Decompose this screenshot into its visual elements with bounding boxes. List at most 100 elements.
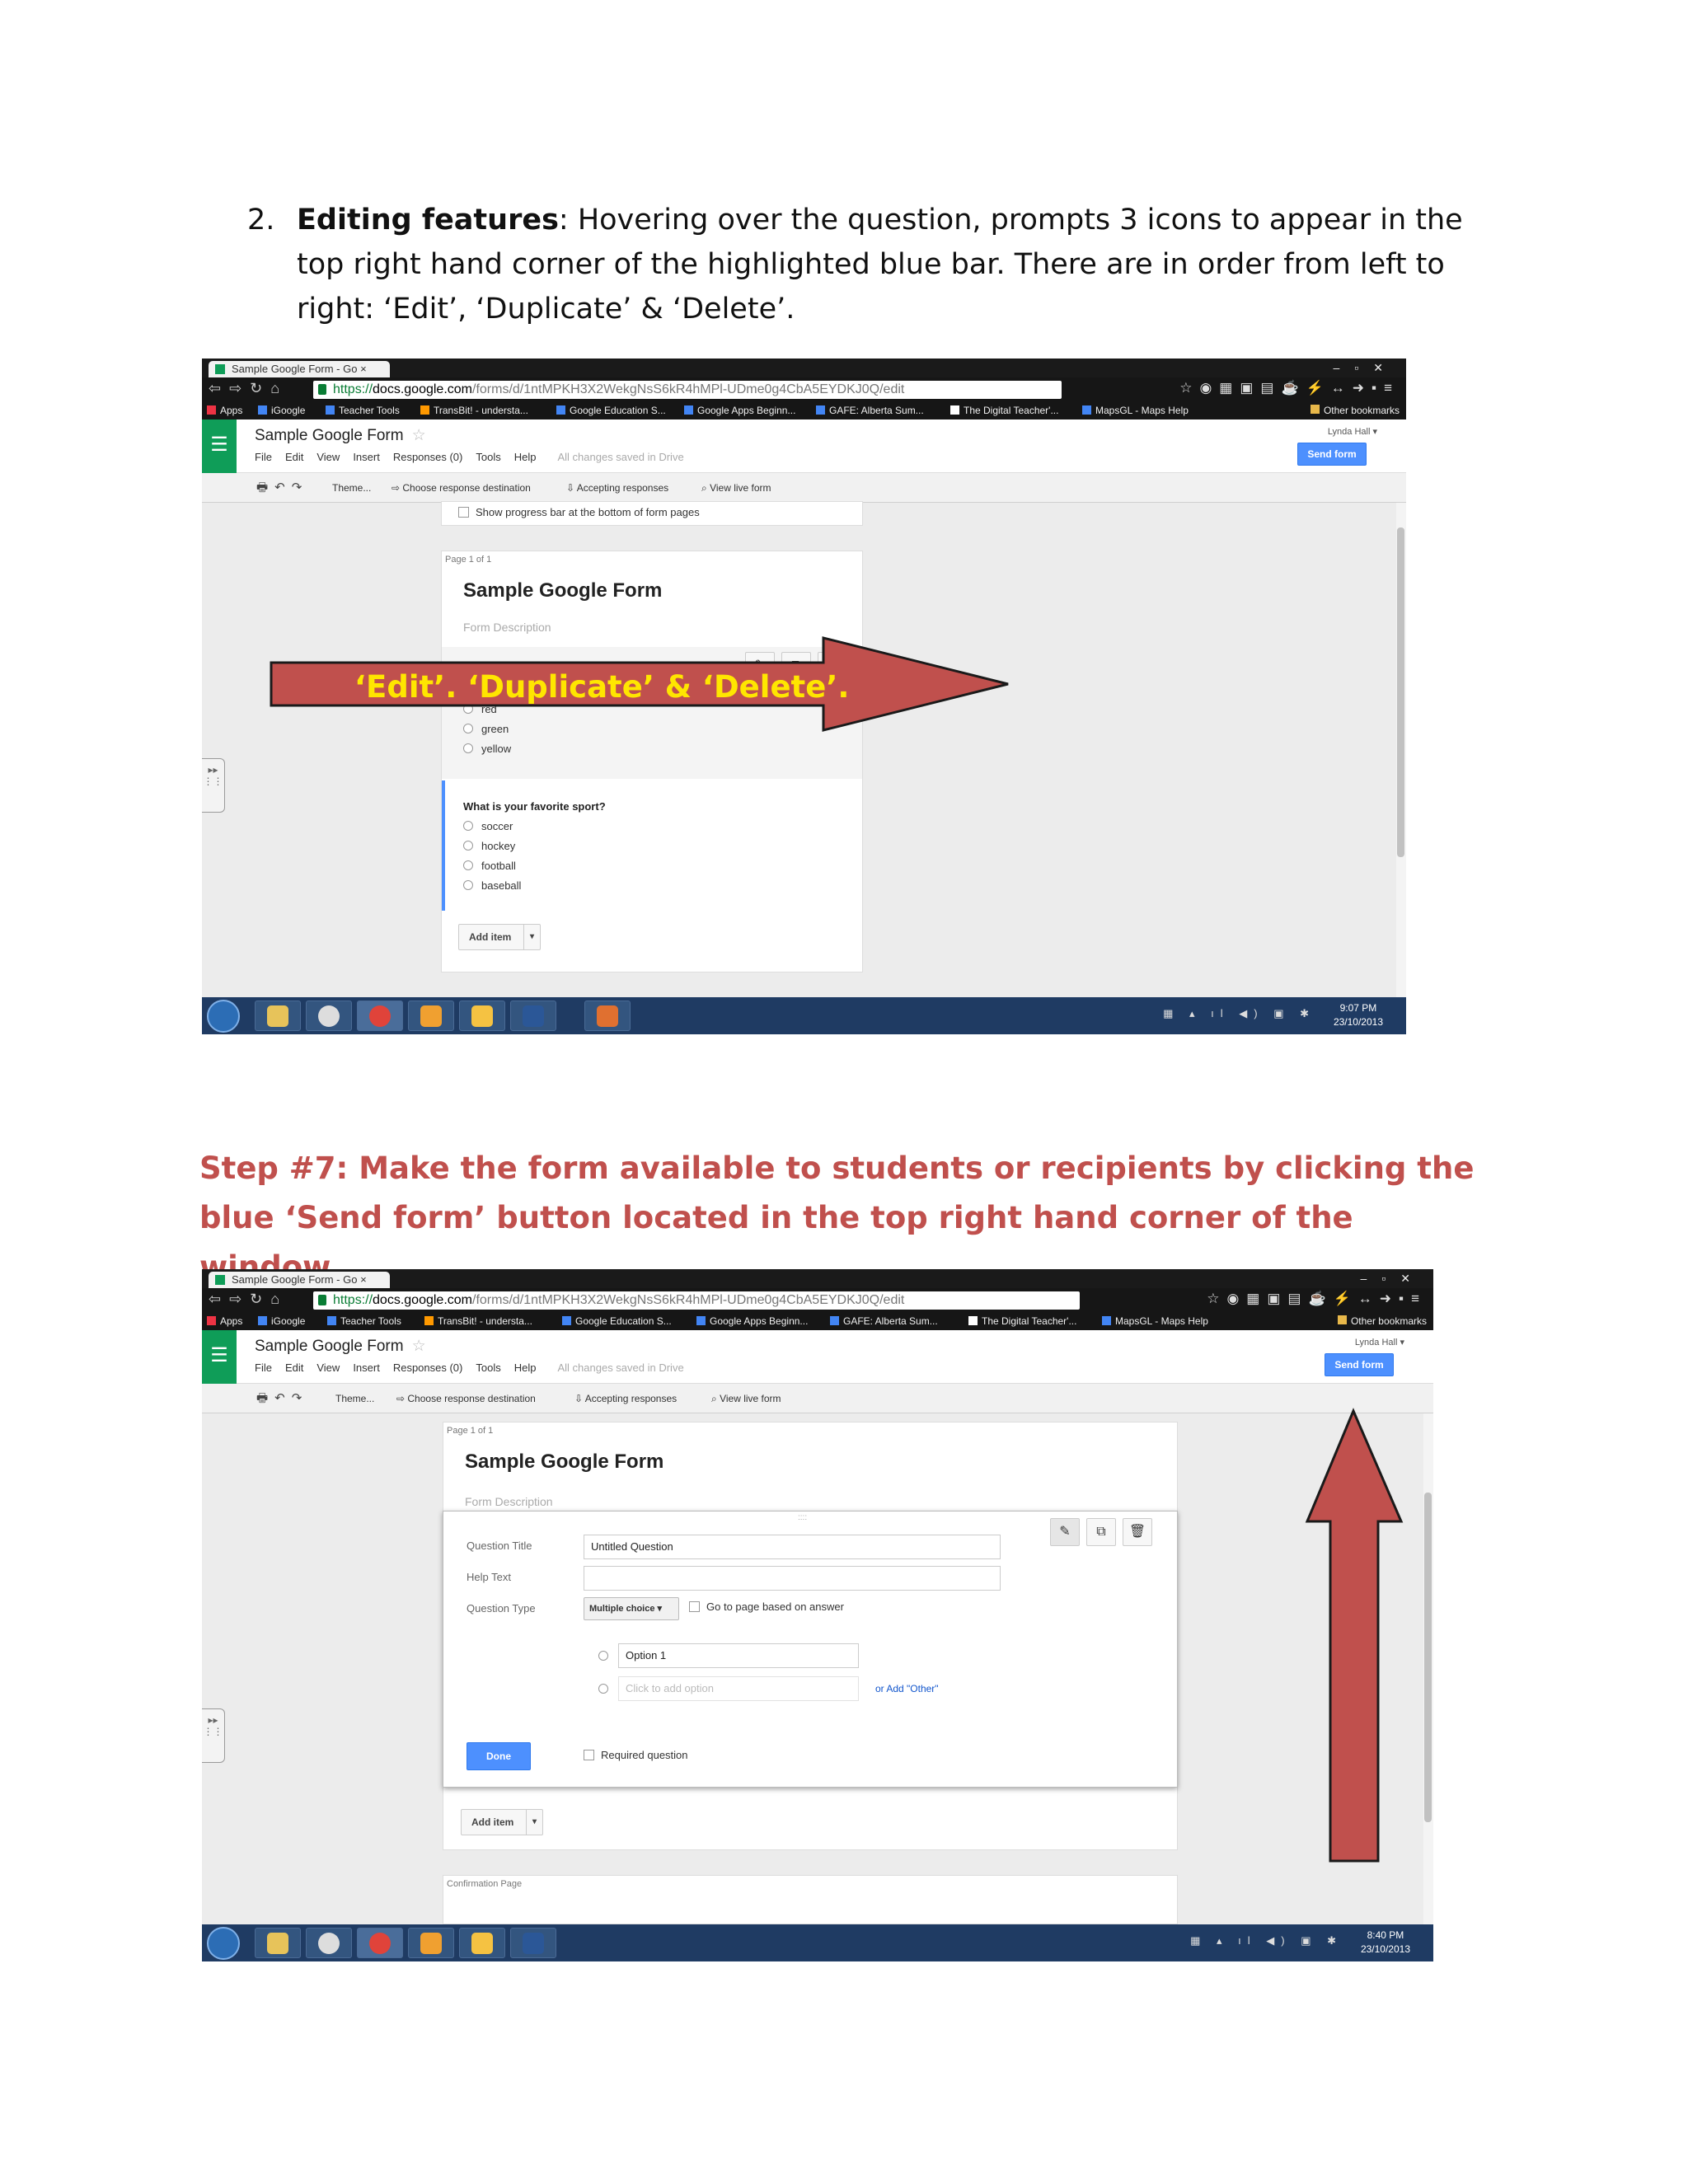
accepting-responses-button[interactable]: ⇩ Accepting responses (574, 1384, 677, 1413)
java-taskbar-icon[interactable] (584, 1001, 631, 1031)
option-1-input[interactable]: Option 1 (618, 1643, 859, 1668)
go-to-page-option[interactable]: Go to page based on answer (689, 1601, 844, 1613)
start-button[interactable] (207, 1927, 240, 1960)
window-controls[interactable]: –▫✕ (1334, 359, 1398, 377)
other-bookmarks[interactable]: Other bookmarks (1337, 1312, 1427, 1330)
question-title[interactable]: What is your favorite sport? (463, 800, 606, 813)
word-taskbar-icon[interactable] (510, 1001, 556, 1031)
scrollbar-thumb[interactable] (1397, 527, 1404, 857)
help-text-input[interactable] (584, 1566, 1001, 1591)
menu-tools[interactable]: Tools (476, 451, 500, 463)
browser-tab[interactable]: Sample Google Form - Go × (209, 361, 390, 377)
explorer-taskbar-icon[interactable] (255, 1928, 301, 1958)
add-other-link[interactable]: or Add "Other" (875, 1683, 939, 1694)
explorer-taskbar-icon[interactable] (255, 1001, 301, 1031)
system-tray-icons[interactable]: ▦ ▴ ıl ◀) ▣ ✱ (1163, 1007, 1315, 1020)
mail-taskbar-icon[interactable] (459, 1001, 505, 1031)
add-option-input[interactable]: Click to add option (618, 1676, 859, 1701)
question-type-select[interactable]: Multiple choice ▾ (584, 1597, 679, 1620)
url-input[interactable]: https://docs.google.com/forms/d/1ntMPKH3… (313, 381, 1062, 399)
side-panel-handle[interactable]: ▸▸ ⋮⋮ (202, 1708, 225, 1763)
response-destination-button[interactable]: ⇨ Choose response destination (396, 1384, 536, 1413)
option-football[interactable]: football (463, 860, 516, 872)
progress-checkbox[interactable] (458, 507, 469, 518)
view-live-form-button[interactable]: ⌕ View live form (701, 473, 771, 503)
media-player-taskbar-icon[interactable] (408, 1001, 454, 1031)
chrome-taskbar-icon[interactable] (357, 1928, 403, 1958)
bookmark-mapsgl[interactable]: MapsGL - Maps Help (1082, 401, 1189, 419)
send-form-button[interactable]: Send form (1325, 1353, 1394, 1376)
start-button[interactable] (207, 1000, 240, 1033)
media-player-taskbar-icon[interactable] (408, 1928, 454, 1958)
menu-insert[interactable]: Insert (353, 451, 380, 463)
bookmark-igoogle[interactable]: iGoogle (258, 401, 305, 419)
option-soccer[interactable]: soccer (463, 820, 513, 832)
nav-buttons[interactable]: ⇦⇨↻⌂ (209, 380, 288, 397)
menu-view[interactable]: View (316, 1361, 340, 1374)
extension-icons[interactable]: ☆◉▦▣▤☕⚡↔➜▪≡ (1207, 1291, 1427, 1307)
menu-help[interactable]: Help (514, 451, 537, 463)
menu-file[interactable]: File (255, 451, 272, 463)
form-description[interactable]: Form Description (465, 1495, 553, 1508)
bookmark-transbit[interactable]: TransBit! - understa... (420, 401, 528, 419)
bookmark-gafe[interactable]: GAFE: Alberta Sum... (830, 1312, 938, 1330)
menu-responses[interactable]: Responses (0) (393, 451, 463, 463)
taskbar-clock[interactable]: 8:40 PM 23/10/2013 (1361, 1929, 1410, 1957)
view-live-form-button[interactable]: ⌕ View live form (711, 1384, 781, 1413)
done-button[interactable]: Done (467, 1742, 531, 1770)
add-item-button[interactable]: Add item ▾ (461, 1809, 543, 1835)
chevron-down-icon[interactable]: ▾ (523, 925, 540, 949)
option-baseball[interactable]: baseball (463, 879, 521, 892)
bookmark-digital-teacher[interactable]: The Digital Teacher'... (968, 1312, 1076, 1330)
extension-icons[interactable]: ☆◉▦▣▤☕⚡↔➜▪≡ (1179, 380, 1400, 396)
menu-insert[interactable]: Insert (353, 1361, 380, 1374)
required-checkbox[interactable] (584, 1750, 594, 1760)
user-menu[interactable]: Lynda Hall ▾ (1355, 1337, 1404, 1347)
bookmark-apps[interactable]: Apps (207, 401, 242, 419)
go-to-page-checkbox[interactable] (689, 1601, 700, 1612)
accepting-responses-button[interactable]: ⇩ Accepting responses (566, 473, 668, 503)
menu-help[interactable]: Help (514, 1361, 537, 1374)
chevron-down-icon[interactable]: ▾ (526, 1810, 542, 1835)
drag-handle-icon[interactable]: :::: (798, 1513, 807, 1522)
nav-buttons[interactable]: ⇦⇨↻⌂ (209, 1291, 288, 1308)
user-menu[interactable]: Lynda Hall ▾ (1328, 426, 1377, 437)
star-icon[interactable]: ☆ (412, 1338, 426, 1355)
window-controls[interactable]: –▫✕ (1361, 1269, 1425, 1287)
add-option-radio[interactable] (598, 1683, 617, 1695)
taskbar-clock[interactable]: 9:07 PM 23/10/2013 (1334, 1001, 1383, 1029)
form-title[interactable]: Sample Google Form (463, 579, 662, 602)
other-bookmarks[interactable]: Other bookmarks (1310, 401, 1400, 419)
chrome-taskbar-icon[interactable] (357, 1001, 403, 1031)
bookmark-google-education[interactable]: Google Education S... (562, 1312, 672, 1330)
form-title[interactable]: Sample Google Form (465, 1451, 663, 1474)
url-input[interactable]: https://docs.google.com/forms/d/1ntMPKH3… (313, 1291, 1080, 1310)
bookmark-apps[interactable]: Apps (207, 1312, 242, 1330)
bookmark-igoogle[interactable]: iGoogle (258, 1312, 305, 1330)
option-hockey[interactable]: hockey (463, 840, 515, 852)
menu-view[interactable]: View (316, 451, 340, 463)
question-title-input[interactable]: Untitled Question (584, 1535, 1001, 1559)
bookmark-google-apps[interactable]: Google Apps Beginn... (696, 1312, 808, 1330)
menu-edit[interactable]: Edit (285, 1361, 303, 1374)
mail-taskbar-icon[interactable] (459, 1928, 505, 1958)
bookmark-teacher-tools[interactable]: Teacher Tools (327, 1312, 401, 1330)
required-question-option[interactable]: Required question (584, 1749, 688, 1761)
option-yellow[interactable]: yellow (463, 743, 511, 755)
trash-icon[interactable]: 🗑 (1123, 1518, 1152, 1546)
response-destination-button[interactable]: ⇨ Choose response destination (392, 473, 531, 503)
add-item-button[interactable]: Add item ▾ (458, 924, 541, 950)
doc-title[interactable]: Sample Google Form ☆ (255, 1337, 426, 1356)
clock-app-taskbar-icon[interactable] (306, 1928, 352, 1958)
clock-app-taskbar-icon[interactable] (306, 1001, 352, 1031)
bookmark-digital-teacher[interactable]: The Digital Teacher'... (950, 401, 1058, 419)
menu-tools[interactable]: Tools (476, 1361, 500, 1374)
option-1-radio[interactable] (598, 1650, 617, 1662)
form-description[interactable]: Form Description (463, 621, 551, 634)
side-panel-handle[interactable]: ▸▸ ⋮⋮ (202, 758, 225, 813)
menu-edit[interactable]: Edit (285, 451, 303, 463)
bookmark-google-apps[interactable]: Google Apps Beginn... (684, 401, 795, 419)
bookmark-google-education[interactable]: Google Education S... (556, 401, 666, 419)
menu-file[interactable]: File (255, 1361, 272, 1374)
progress-bar-option[interactable]: Show progress bar at the bottom of form … (458, 506, 700, 518)
